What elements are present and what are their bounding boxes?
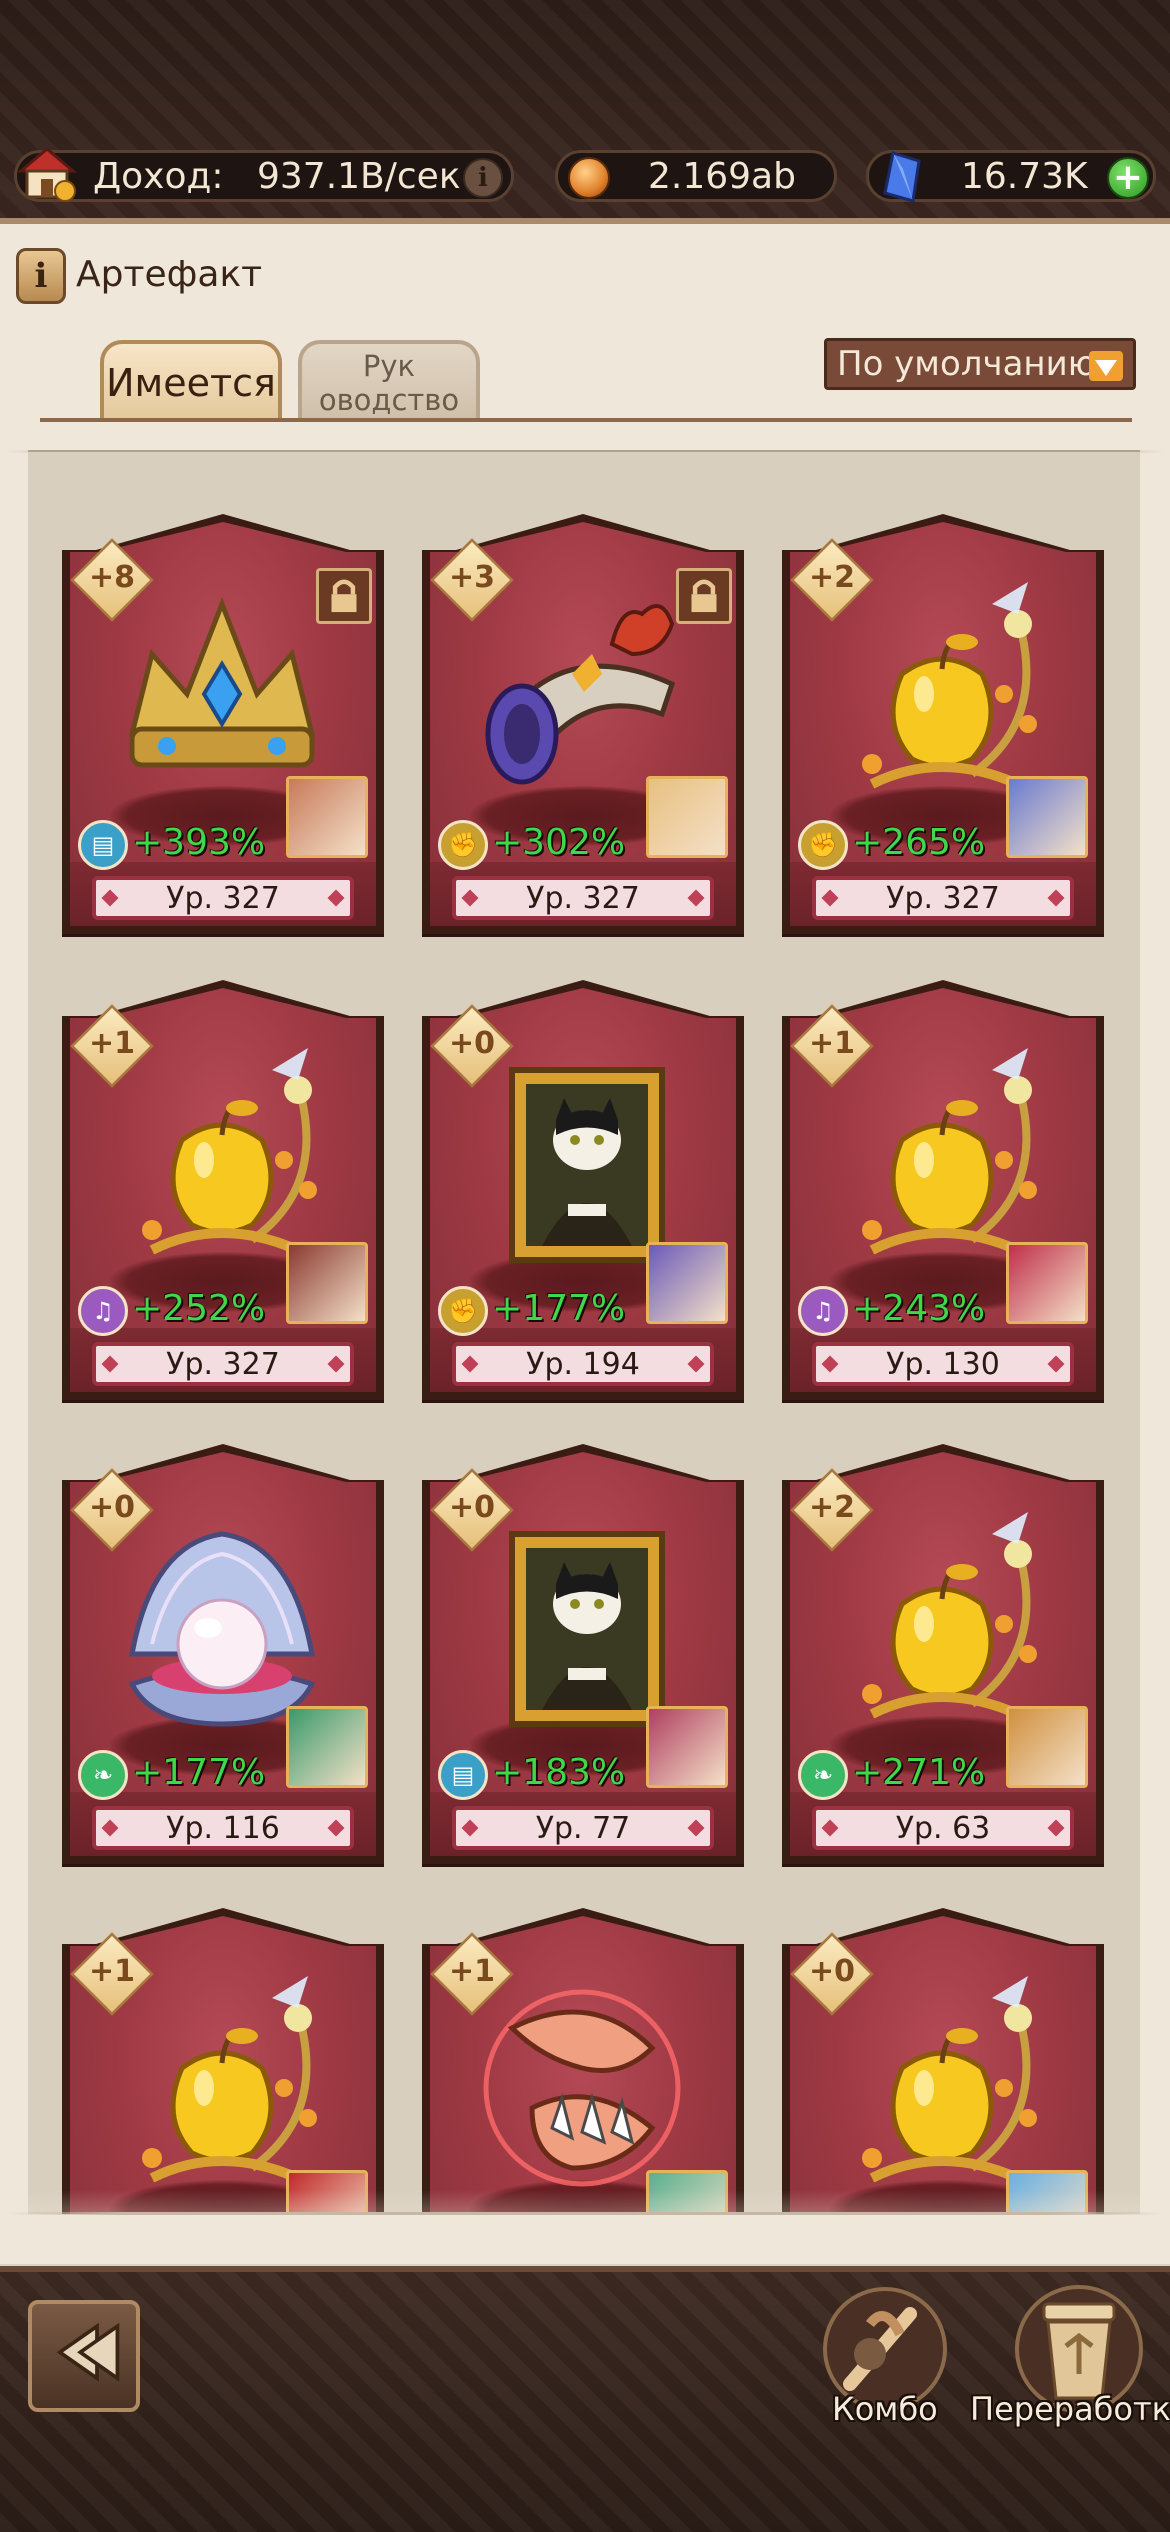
artifact-card[interactable]: +0 ▤ +183% Ур. 77	[422, 1444, 744, 1864]
artifact-card[interactable]: +0 ✊ +177% Ур. 194	[422, 980, 744, 1400]
artifact-grid: +8 ▤ +393% Ур. 327 +3 ✊ +302% Ур. 327 +2 ✊ +265% Ур…	[28, 450, 1140, 2214]
level-label: Ур. 63	[812, 1806, 1074, 1850]
stat-fist-icon: ✊	[798, 820, 848, 870]
hero-avatar	[646, 776, 728, 858]
bonus-percent: +302%	[492, 822, 626, 863]
artifact-card[interactable]: +1⛨+262%	[62, 1908, 384, 2214]
level-label: Ур. 77	[452, 1806, 714, 1850]
hero-avatar	[286, 1242, 368, 1324]
stat-book-icon: ▤	[438, 1750, 488, 1800]
artifact-card[interactable]: +2 ✊ +265% Ур. 327	[782, 514, 1104, 934]
info-icon[interactable]: i	[463, 158, 503, 198]
income-bar: Доход: 937.1B/сек i	[14, 147, 514, 202]
artifact-card[interactable]: +3 ✊ +302% Ур. 327	[422, 514, 744, 934]
recycle-label: Переработка	[970, 2390, 1170, 2428]
bonus-percent: +393%	[132, 822, 266, 863]
level-label: Ур. 194	[452, 1342, 714, 1386]
hero-avatar	[1006, 1706, 1088, 1788]
level-label: Ур. 327	[92, 1342, 354, 1386]
enhance-level: +3	[448, 560, 495, 595]
income-label: Доход:	[93, 155, 224, 197]
hero-avatar	[286, 1706, 368, 1788]
enhance-level: +1	[448, 1954, 495, 1989]
add-gems-button[interactable]: +	[1107, 157, 1149, 199]
level-label: Ур. 327	[452, 876, 714, 920]
bonus-percent: +183%	[492, 1752, 626, 1793]
enhance-level: +2	[808, 1490, 855, 1525]
hero-avatar	[286, 776, 368, 858]
stat-lyre-icon: ♫	[798, 1286, 848, 1336]
artifact-card[interactable]: +8 ▤ +393% Ур. 327	[62, 514, 384, 934]
chevron-down-icon	[1089, 351, 1123, 381]
back-arrow-icon	[56, 2322, 120, 2382]
artifact-card[interactable]: +2 ❧ +271% Ур. 63	[782, 1444, 1104, 1864]
level-label: Ур. 327	[812, 876, 1074, 920]
hero-avatar	[1006, 1242, 1088, 1324]
gems-value: 16.73K	[961, 155, 1088, 197]
stat-wing-icon: ❧	[78, 1750, 128, 1800]
back-button[interactable]	[28, 2300, 140, 2412]
artifact-card[interactable]: +0♫+235%	[782, 1908, 1104, 2214]
artifact-panel: i Артефакт Имеется Рук оводство По умолч…	[0, 218, 1170, 2264]
hero-avatar	[1006, 776, 1088, 858]
gems-bar: 16.73K +	[866, 150, 1156, 203]
tab-owned-label: Имеется	[106, 361, 276, 405]
bonus-percent: +177%	[492, 1288, 626, 1329]
enhance-level: +0	[88, 1490, 135, 1525]
stat-fist-icon: ✊	[438, 820, 488, 870]
stat-lyre-icon: ♫	[78, 1286, 128, 1336]
stat-wing-icon: ❧	[798, 1750, 848, 1800]
tab-guide[interactable]: Рук оводство	[298, 340, 480, 422]
artifact-card[interactable]: +1 ♫ +252% Ур. 327	[62, 980, 384, 1400]
lock-icon[interactable]	[316, 568, 372, 624]
enhance-level: +0	[448, 1490, 495, 1525]
bonus-percent: +265%	[852, 822, 986, 863]
enhance-level: +0	[448, 1026, 495, 1061]
sort-label: По умолчанию	[837, 344, 1097, 384]
enhance-level: +2	[808, 560, 855, 595]
tab-divider	[40, 418, 1132, 422]
level-label: Ур. 327	[92, 876, 354, 920]
hero-avatar	[646, 1706, 728, 1788]
income-value: 937.1B/сек	[257, 155, 461, 197]
level-label: Ур. 130	[812, 1342, 1074, 1386]
bonus-percent: +243%	[852, 1288, 986, 1329]
sort-dropdown[interactable]: По умолчанию	[824, 338, 1136, 390]
bonus-percent: +271%	[852, 1752, 986, 1793]
gem-icon	[883, 151, 921, 203]
artifact-card[interactable]: +0 ❧ +177% Ур. 116	[62, 1444, 384, 1864]
enhance-level: +8	[88, 560, 135, 595]
enhance-level: +1	[808, 1026, 855, 1061]
lock-icon[interactable]	[676, 568, 732, 624]
tab-owned[interactable]: Имеется	[100, 340, 282, 422]
level-label: Ур. 116	[92, 1806, 354, 1850]
bonus-percent: +252%	[132, 1288, 266, 1329]
coins-bar: 2.169ab	[555, 150, 837, 202]
stat-book-icon: ▤	[78, 820, 128, 870]
coins-value: 2.169ab	[648, 155, 796, 197]
bonus-percent: +177%	[132, 1752, 266, 1793]
tab-guide-label: Рук оводство	[318, 349, 460, 417]
artifact-card[interactable]: +1 ♫ +243% Ур. 130	[782, 980, 1104, 1400]
page-title: Артефакт	[76, 254, 263, 295]
enhance-level: +1	[88, 1954, 135, 1989]
house-icon	[16, 147, 78, 202]
enhance-level: +0	[808, 1954, 855, 1989]
stat-fist-icon: ✊	[438, 1286, 488, 1336]
combo-label: Комбо	[832, 2390, 938, 2428]
enhance-level: +1	[88, 1026, 135, 1061]
hero-avatar	[646, 1242, 728, 1324]
bottom-fade	[0, 2190, 1170, 2270]
coin-icon	[568, 157, 610, 199]
artifact-card[interactable]: +1❧+250%	[422, 1908, 744, 2214]
info-icon[interactable]: i	[16, 248, 66, 304]
panel-header: i Артефакт	[0, 236, 1170, 306]
